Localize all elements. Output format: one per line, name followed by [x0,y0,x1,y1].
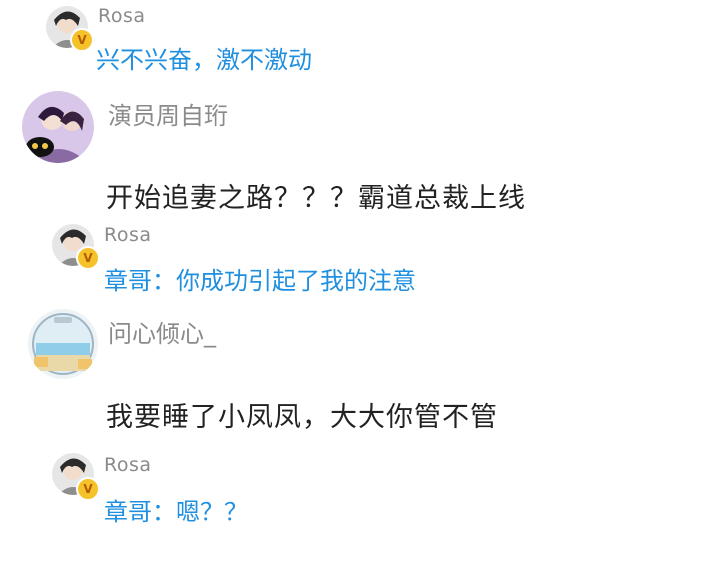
reply-text: 兴不兴奋，激不激动 [96,46,312,74]
comment-text: 我要睡了小凤凤，大大你管不管 [106,402,498,433]
reply-username[interactable]: Rosa [98,5,146,27]
reply-username[interactable]: Rosa [104,224,152,246]
verified-badge-icon: V [76,246,100,270]
comment-text: 开始追妻之路？？？霸道总裁上线 [106,183,526,214]
avatar[interactable] [22,91,94,163]
reply-username[interactable]: Rosa [104,454,152,476]
reply-text: 章哥：嗯？？ [104,498,248,526]
verified-badge-icon: V [70,28,94,52]
comment-username[interactable]: 问心倾心_ [108,314,216,349]
comment-username[interactable]: 演员周自珩 [108,96,228,131]
reply-text: 章哥：你成功引起了我的注意 [104,267,416,295]
avatar[interactable] [28,309,98,379]
verified-badge-icon: V [76,477,100,501]
